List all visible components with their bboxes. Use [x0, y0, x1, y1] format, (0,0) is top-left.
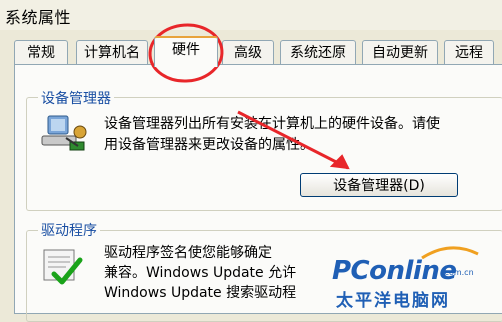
logo-main-text: PConline	[332, 256, 457, 286]
annotation-arrow	[237, 110, 349, 170]
logo-domain-text: .com.cn	[442, 268, 474, 277]
tab-hardware[interactable]: 硬件	[154, 36, 218, 67]
logo-sub-text: 太平洋电脑网	[336, 291, 450, 311]
pconline-logo: PConline .com.cn 太平洋电脑网	[322, 246, 502, 312]
